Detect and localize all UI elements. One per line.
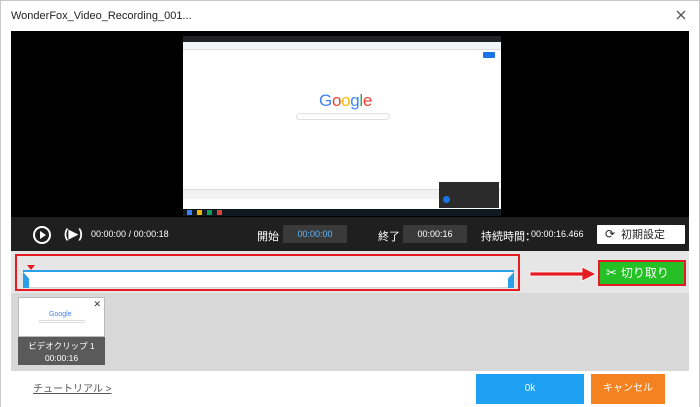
video-preview: Google [11, 31, 689, 217]
clip-list: Google ✕ ビデオクリップ 1 00:00:16 [11, 293, 689, 371]
dialog-footer: チュートリアル > 0k キャンセル [1, 371, 699, 407]
timeline-highlight-frame [15, 254, 520, 291]
title-bar: WonderFox_Video_Recording_001... [1, 1, 699, 31]
google-logo: Google [319, 91, 372, 111]
ok-button[interactable]: 0k [476, 374, 584, 404]
current-time: 00:00:00 [91, 229, 127, 239]
logo-letter: o [341, 91, 351, 110]
taskbar-icon [217, 210, 222, 215]
total-time: 00:00:18 [133, 229, 169, 239]
logo-letter: o [331, 91, 342, 110]
google-search-box [296, 113, 390, 120]
taskbar-icon [207, 210, 212, 215]
duration-label: 持続時間： [481, 231, 536, 243]
notification-icon [443, 196, 450, 203]
end-label: 終了 [378, 231, 400, 243]
end-time-input[interactable]: 00:00:16 [403, 225, 467, 243]
playback-controls: (▶) 00:00:00 / 00:00:18 開始 00:00:00 終了 0… [11, 217, 689, 251]
taskbar [183, 209, 501, 216]
browser-address-bar [183, 42, 501, 50]
trim-dialog: WonderFox_Video_Recording_001... Google [0, 0, 700, 407]
start-time-input[interactable]: 00:00:00 [283, 225, 347, 243]
cut-button[interactable]: ✂ 切り取り [598, 260, 686, 286]
tutorial-link[interactable]: チュートリアル > [33, 380, 112, 395]
step-forward-button[interactable]: (▶) [64, 226, 84, 244]
taskbar-icon [197, 210, 202, 215]
play-button[interactable] [33, 226, 51, 244]
notification-popup [439, 182, 499, 208]
trim-range-line [23, 270, 514, 272]
clip-name: ビデオクリップ 1 [28, 341, 95, 351]
sign-in-button [483, 52, 495, 58]
logo-letter: e [362, 91, 373, 110]
trim-timeline-row: ✂ 切り取り [11, 251, 689, 293]
close-icon[interactable]: ✕ [93, 299, 101, 310]
close-icon[interactable] [673, 7, 689, 23]
arrow-right-icon [529, 266, 597, 282]
cut-label: 切り取り [620, 266, 669, 280]
time-separator: / [128, 229, 132, 239]
logo-letter: G [319, 91, 332, 110]
reset-label: 初期設定 [621, 229, 665, 241]
trim-track[interactable] [23, 270, 514, 288]
scissors-icon: ✂ [606, 265, 617, 280]
playback-time: 00:00:00 / 00:00:18 [91, 229, 169, 239]
preview-frame: Google [183, 36, 501, 216]
clip-thumbnail: Google ✕ [18, 297, 105, 337]
taskbar-icon [187, 210, 192, 215]
cancel-button[interactable]: キャンセル [591, 374, 665, 404]
refresh-icon: ⟳ [605, 227, 616, 241]
reset-button[interactable]: ⟳ 初期設定 [597, 225, 685, 244]
window-title: WonderFox_Video_Recording_001... [11, 10, 192, 22]
clip-duration: 00:00:16 [44, 353, 79, 363]
clip-item[interactable]: Google ✕ ビデオクリップ 1 00:00:16 [18, 297, 105, 365]
start-label: 開始 [257, 231, 279, 243]
duration-value: 00:00:16.466 [531, 229, 584, 239]
clip-thumb-searchbar [39, 320, 85, 323]
clip-thumb-text: Google [49, 311, 72, 318]
